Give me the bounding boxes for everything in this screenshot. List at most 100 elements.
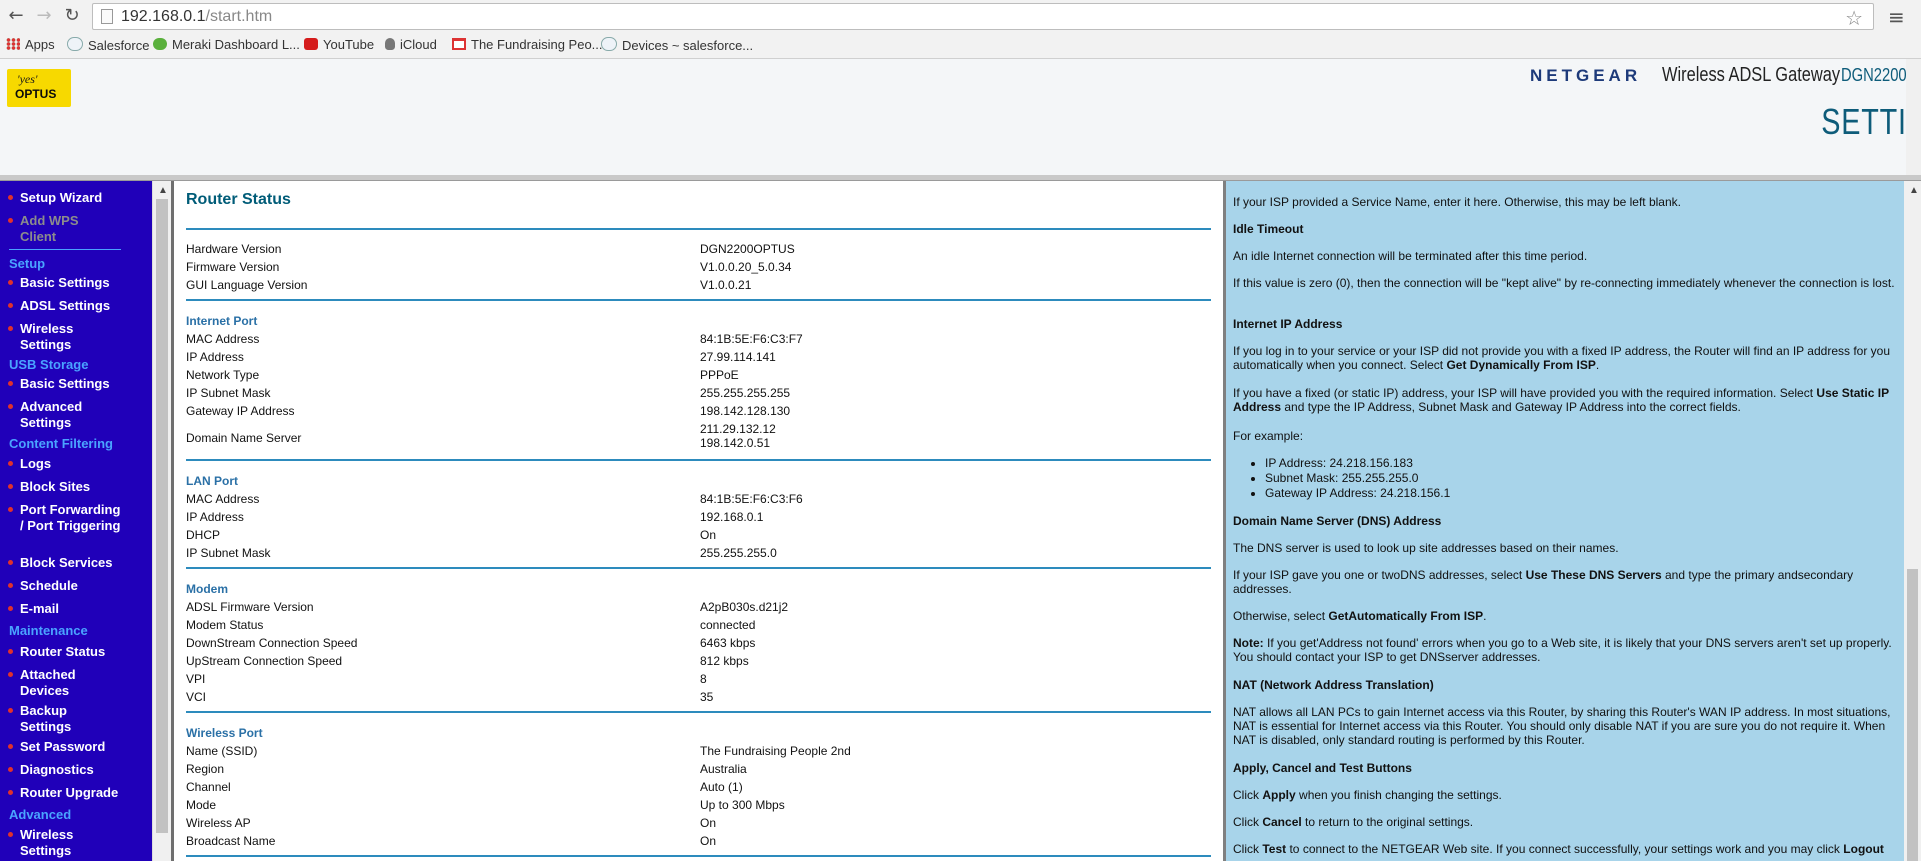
bullet-icon — [8, 404, 13, 409]
status-row: DHCP On — [186, 528, 1211, 546]
help-scroll-thumb[interactable] — [1907, 569, 1918, 861]
browser-menu-icon[interactable]: ≡ — [1888, 5, 1906, 29]
bookmark-fundraising[interactable]: The Fundraising Peo... — [452, 37, 603, 52]
bookmark-meraki[interactable]: Meraki Dashboard L... — [153, 37, 300, 52]
nav-wireless-settings[interactable]: Wireless Settings — [8, 321, 108, 353]
help-scrollbar[interactable]: ▲ — [1904, 181, 1921, 861]
help-text: An idle Internet connection will be term… — [1233, 249, 1588, 263]
url-host: 192.168.0.1 — [121, 8, 206, 25]
nav-scrollbar[interactable]: ▲ — [152, 181, 172, 861]
bookmark-star-icon[interactable]: ☆ — [1845, 6, 1863, 30]
help-emphasis: Note: — [1233, 636, 1264, 650]
status-row: Region Australia — [186, 762, 1211, 780]
row-value: 211.29.132.12 — [700, 422, 776, 436]
nav-label: Block Services — [20, 555, 113, 570]
nav-usb-basic-settings[interactable]: Basic Settings — [8, 376, 110, 392]
bookmark-label: The Fundraising Peo... — [471, 37, 603, 52]
status-row: MAC Address 84:1B:5E:F6:C3:F7 — [186, 332, 1211, 350]
back-arrow-icon[interactable]: ← — [6, 6, 26, 26]
help-fragment: to connect to the NETGEAR Web site. If y… — [1286, 842, 1844, 856]
help-text: Click Apply when you finish changing the… — [1233, 788, 1901, 802]
nav-block-services[interactable]: Block Services — [8, 555, 113, 571]
nav-email[interactable]: E-mail — [8, 601, 59, 617]
row-label: IP Subnet Mask — [186, 386, 271, 400]
row-value: V1.0.0.20_5.0.34 — [700, 260, 792, 274]
bookmark-label: Salesforce — [88, 38, 150, 53]
forward-arrow-icon[interactable]: → — [34, 6, 54, 26]
help-panel: If your ISP provided a Service Name, ent… — [1223, 181, 1907, 861]
product-name: Wireless ADSL Gateway — [1662, 64, 1841, 86]
nav-schedule[interactable]: Schedule — [8, 578, 78, 594]
page-scrollbar[interactable] — [1906, 59, 1921, 175]
row-label: MAC Address — [186, 332, 260, 346]
nav-label: Router Upgrade — [20, 785, 119, 800]
address-bar[interactable]: 192.168.0.1/start.htm ☆ — [92, 3, 1874, 30]
nav-basic-settings[interactable]: Basic Settings — [8, 275, 110, 291]
status-row: Name (SSID) The Fundraising People 2nd — [186, 744, 1211, 762]
status-row: VPI 8 — [186, 672, 1211, 690]
scroll-up-icon[interactable]: ▲ — [1909, 185, 1919, 196]
bullet-icon — [8, 280, 13, 285]
nav-section-maintenance: Maintenance — [9, 623, 88, 638]
nav-port-forwarding[interactable]: Port Forwarding / Port Triggering — [8, 502, 123, 534]
nav-label: Basic Settings — [20, 275, 110, 290]
help-text: Click Cancel to return to the original s… — [1233, 815, 1901, 829]
status-row: Gateway IP Address 198.142.128.130 — [186, 404, 1211, 422]
row-value: Australia — [700, 762, 747, 776]
router-status-panel: Router Status Hardware Version DGN2200OPT… — [171, 181, 1226, 861]
nav-scroll-thumb[interactable] — [156, 199, 168, 833]
nav-separator — [9, 249, 121, 250]
row-value: 8 — [700, 672, 707, 686]
nav-logs[interactable]: Logs — [8, 456, 51, 472]
row-value: On — [700, 834, 717, 848]
bullet-icon — [8, 484, 13, 489]
nav-set-password[interactable]: Set Password — [8, 739, 105, 755]
help-text: If you log in to your service or your IS… — [1233, 344, 1901, 372]
help-heading-idle-timeout: Idle Timeout — [1233, 222, 1304, 236]
bookmark-apps[interactable]: Apps — [6, 37, 55, 52]
reload-icon[interactable]: ↻ — [62, 6, 82, 26]
cloud-icon — [601, 37, 617, 51]
nav-backup-settings[interactable]: Backup Settings — [8, 703, 108, 735]
row-value: 84:1B:5E:F6:C3:F6 — [700, 492, 803, 506]
nav-section-setup: Setup — [9, 256, 46, 271]
bookmark-youtube[interactable]: YouTube — [304, 37, 374, 52]
nav-router-status[interactable]: Router Status — [8, 644, 105, 660]
section-title: SETTING — [1821, 101, 1921, 142]
section-lan-port: LAN Port — [186, 474, 238, 488]
list-item: Subnet Mask: 255.255.255.0 — [1265, 471, 1905, 486]
nav-block-sites[interactable]: Block Sites — [8, 479, 90, 495]
status-row: Domain Name Server 211.29.132.12 198.142… — [186, 422, 1211, 458]
help-emphasis: Apply — [1262, 788, 1296, 802]
nav-router-upgrade[interactable]: Router Upgrade — [8, 785, 118, 801]
nav-usb-advanced-settings[interactable]: Advanced Settings — [8, 399, 108, 431]
help-example-list: IP Address: 24.218.156.183 Subnet Mask: … — [1233, 456, 1905, 501]
status-row: Network Type PPPoE — [186, 368, 1211, 386]
help-fragment: If you have a fixed (or static IP) addre… — [1233, 386, 1817, 400]
nav-attached-devices[interactable]: Attached Devices — [8, 667, 108, 699]
section-internet-port: Internet Port — [186, 314, 258, 328]
row-label: Domain Name Server — [186, 431, 302, 445]
help-fragment: . — [1595, 358, 1600, 372]
nav-label: Backup Settings — [20, 703, 72, 734]
nav-diagnostics[interactable]: Diagnostics — [8, 762, 94, 778]
nav-advanced-wireless-settings[interactable]: Wireless Settings — [8, 827, 108, 859]
bookmark-salesforce[interactable]: Salesforce — [67, 37, 149, 53]
help-fragment: when you finish changing the settings. — [1295, 788, 1502, 802]
status-row: VCI 35 — [186, 690, 1211, 708]
bullet-icon — [8, 507, 13, 512]
status-row: GUI Language Version V1.0.0.21 — [186, 278, 1211, 296]
nav-section-advanced: Advanced — [9, 807, 72, 822]
status-row: Firmware Version V1.0.0.20_5.0.34 — [186, 260, 1211, 278]
nav-label: Wireless Settings — [20, 827, 74, 858]
url-text[interactable]: 192.168.0.1/start.htm — [121, 8, 272, 26]
nav-adsl-settings[interactable]: ADSL Settings — [8, 298, 110, 314]
help-heading-dns: Domain Name Server (DNS) Address — [1233, 514, 1442, 528]
section-modem: Modem — [186, 582, 228, 596]
help-text: The DNS server is used to look up site a… — [1233, 541, 1619, 555]
status-row: Broadcast Name On — [186, 834, 1211, 852]
scroll-up-icon[interactable]: ▲ — [158, 185, 168, 196]
bookmark-icloud[interactable]: iCloud — [385, 37, 437, 52]
nav-setup-wizard[interactable]: Setup Wizard — [8, 190, 102, 206]
bookmark-devices[interactable]: Devices ~ salesforce... — [601, 37, 753, 53]
